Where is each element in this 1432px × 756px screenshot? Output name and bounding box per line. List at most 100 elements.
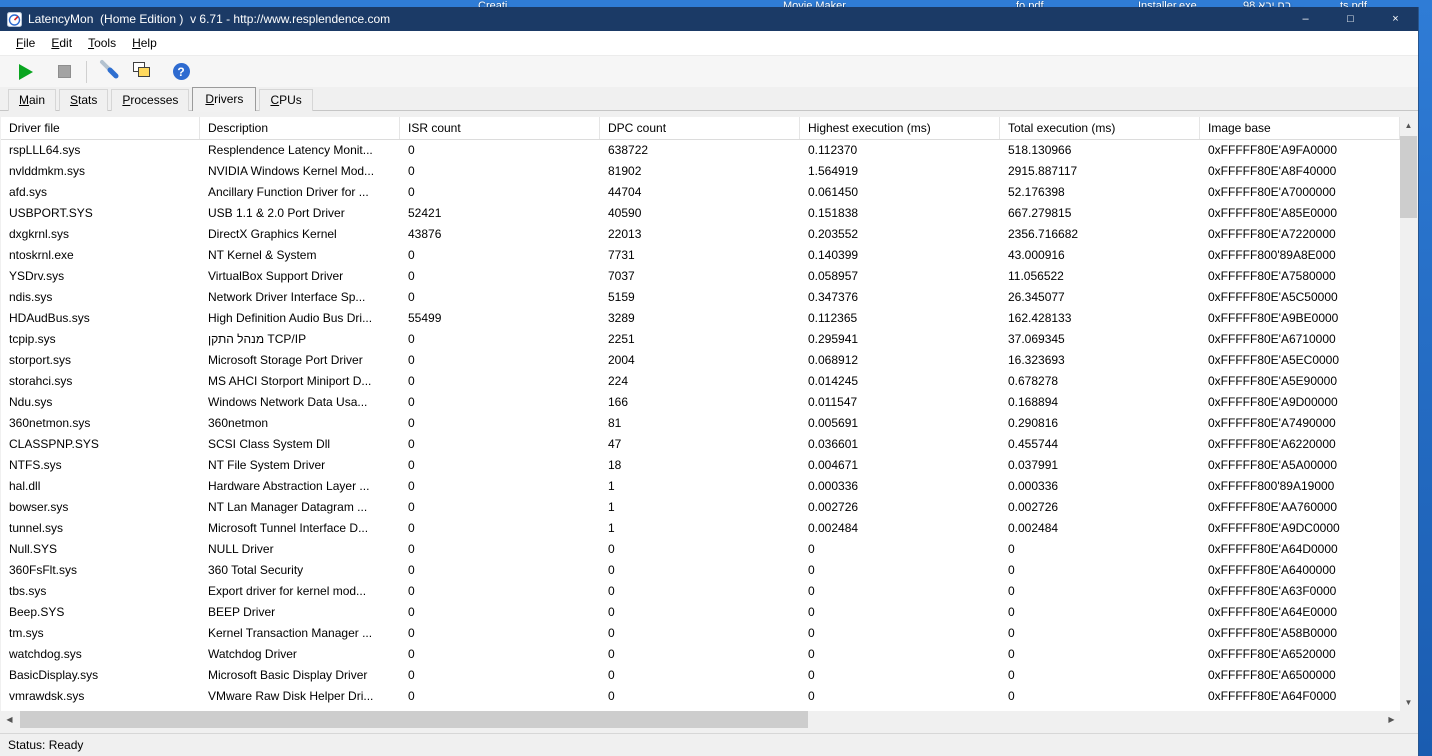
table-cell: NT Lan Manager Datagram ... (208, 500, 368, 514)
play-icon (19, 63, 33, 80)
table-cell: 0 (408, 374, 415, 388)
vertical-scrollbar[interactable]: ▲ ▼ (1400, 117, 1417, 711)
table-row[interactable]: CLASSPNP.SYS SCSI Class System Dll 0 47 0.03… (1, 434, 1400, 455)
stop-button[interactable] (52, 60, 76, 84)
copy-report-button[interactable] (129, 60, 153, 84)
table-row[interactable]: tunnel.sys Microsoft Tunnel Interface D..… (1, 518, 1400, 539)
table-row[interactable]: rspLLL64.sys Resplendence Latency Monit..… (1, 140, 1400, 161)
table-cell: 0.061450 (808, 185, 859, 199)
copy-icon (131, 59, 151, 84)
table-cell: 0.002484 (1008, 521, 1059, 535)
table-row[interactable]: tbs.sys Export driver for kernel mod... 0 0… (1, 581, 1400, 602)
table-cell: 0xFFFFF80E'A64D0000 (1208, 542, 1338, 556)
table-row[interactable]: 360netmon.sys 360netmon 0 81 0.005691 0.29081… (1, 413, 1400, 434)
minimize-button[interactable]: – (1283, 7, 1328, 31)
table-cell: 1.564919 (808, 164, 859, 178)
table-row[interactable]: YSDrv.sys VirtualBox Support Driver 0 7037 0… (1, 266, 1400, 287)
tab-cpus[interactable]: CPUs (259, 89, 313, 111)
table-row[interactable]: bowser.sys NT Lan Manager Datagram ... 0 1 0… (1, 497, 1400, 518)
scroll-down-arrow-icon[interactable]: ▼ (1400, 694, 1417, 711)
table-row[interactable]: ntoskrnl.exe NT Kernel & System 0 7731 0.140… (1, 245, 1400, 266)
column-header[interactable]: Highest execution (ms) (800, 117, 1000, 139)
table-cell: 0 (408, 542, 415, 556)
table-row[interactable]: BasicDisplay.sys Microsoft Basic Display … (1, 665, 1400, 686)
table-cell: 0xFFFFF80E'A6520000 (1208, 647, 1336, 661)
table-cell: 166 (608, 395, 629, 409)
menu-file[interactable]: File (8, 32, 43, 54)
table-cell: 0xFFFFF800'89A19000 (1208, 479, 1335, 493)
table-cell: 0 (1008, 668, 1015, 682)
table-row[interactable]: hal.dll Hardware Abstraction Layer ... 0 1 0… (1, 476, 1400, 497)
column-header[interactable]: DPC count (600, 117, 800, 139)
table-cell: 0 (408, 332, 415, 346)
scroll-up-arrow-icon[interactable]: ▲ (1400, 117, 1417, 134)
table-cell: 0xFFFFF80E'A9D00000 (1208, 395, 1338, 409)
table-cell: NULL Driver (208, 542, 274, 556)
table-cell: 638722 (608, 143, 649, 157)
table-row[interactable]: HDAudBus.sys High Definition Audio Bus Dr… (1, 308, 1400, 329)
table-row[interactable]: watchdog.sys Watchdog Driver 0 0 0 0 0xFFFFF80… (1, 644, 1400, 665)
maximize-button[interactable]: □ (1328, 7, 1373, 31)
scroll-right-arrow-icon[interactable]: ▶ (1383, 711, 1400, 728)
table-cell: 7037 (608, 269, 635, 283)
table-cell: YSDrv.sys (9, 269, 65, 283)
table-cell: 0xFFFFF80E'A6400000 (1208, 563, 1336, 577)
screen: Creati... Movie Maker fo.pdf Installer.exe ב… (0, 0, 1432, 756)
column-header[interactable]: ISR count (400, 117, 600, 139)
table-cell: 0xFFFFF80E'A5E90000 (1208, 374, 1338, 388)
table-cell: 0.014245 (808, 374, 859, 388)
tab-drivers[interactable]: Drivers (192, 87, 257, 111)
table-cell: tm.sys (9, 626, 44, 640)
table-cell: 0 (408, 689, 415, 703)
table-row[interactable]: afd.sys Ancillary Function Driver for ...… (1, 182, 1400, 203)
table-cell: 0.112370 (808, 143, 858, 157)
table-row[interactable]: Null.SYS NULL Driver 0 0 0 0 0xFFFFF80E'A64D00… (1, 539, 1400, 560)
scroll-left-arrow-icon[interactable]: ◀ (1, 711, 18, 728)
table-cell: 0 (408, 185, 415, 199)
table-row[interactable]: tcpip.sys מנהל התקן TCP/IP 0 2251 0.295941 37… (1, 329, 1400, 350)
table-cell: 0 (608, 542, 615, 556)
tab-processes[interactable]: Processes (111, 89, 190, 111)
table-row[interactable]: tm.sys Kernel Transaction Manager ... 0 0 0 0… (1, 623, 1400, 644)
table-cell: 0 (808, 647, 815, 661)
table-cell: MS AHCI Storport Miniport D... (208, 374, 372, 388)
table-row[interactable]: USBPORT.SYS USB 1.1 & 2.0 Port Driver 5242… (1, 203, 1400, 224)
table-cell: USB 1.1 & 2.0 Port Driver (208, 206, 345, 220)
table-row[interactable]: Ndu.sys Windows Network Data Usa... 0 166 0.… (1, 392, 1400, 413)
table-cell: 3289 (608, 311, 635, 325)
table-row[interactable]: NTFS.sys NT File System Driver 0 18 0.004671… (1, 455, 1400, 476)
column-header[interactable]: Description (200, 117, 400, 139)
play-button[interactable] (14, 60, 38, 84)
menu-tools[interactable]: Tools (80, 32, 124, 54)
table-row[interactable]: nvlddmkm.sys NVIDIA Windows Kernel Mod...… (1, 161, 1400, 182)
help-button[interactable]: ? (169, 60, 193, 84)
tab-page-drivers: Driver file Description ISR count DPC count… (0, 111, 1418, 733)
vertical-scroll-thumb[interactable] (1400, 136, 1417, 218)
horizontal-scrollbar[interactable]: ◀ ▶ (1, 711, 1400, 728)
close-button[interactable]: × (1373, 7, 1418, 31)
table-row[interactable]: vmrawdsk.sys VMware Raw Disk Helper Dri..… (1, 686, 1400, 707)
table-cell: 0 (408, 647, 415, 661)
table-row[interactable]: dxgkrnl.sys DirectX Graphics Kernel 43876 2… (1, 224, 1400, 245)
tab-main[interactable]: Main (8, 89, 57, 111)
tab-stats[interactable]: Stats (59, 89, 109, 111)
table-cell: 0.004671 (808, 458, 859, 472)
table-header: Driver file Description ISR count DPC count… (1, 117, 1400, 140)
column-header[interactable]: Driver file (1, 117, 200, 139)
desktop-icon-label: ts.pdf (1340, 0, 1367, 7)
options-button[interactable] (97, 60, 121, 84)
table-row[interactable]: ndis.sys Network Driver Interface Sp... 0 5… (1, 287, 1400, 308)
menu-help[interactable]: Help (124, 32, 165, 54)
menu-edit[interactable]: Edit (43, 32, 80, 54)
column-header[interactable]: Image base (1200, 117, 1400, 139)
table-cell: Export driver for kernel mod... (208, 584, 367, 598)
table-cell: 0xFFFFF80E'A63F0000 (1208, 584, 1337, 598)
table-row[interactable]: storahci.sys MS AHCI Storport Miniport D.… (1, 371, 1400, 392)
table-row[interactable]: storport.sys Microsoft Storage Port Drive… (1, 350, 1400, 371)
column-header[interactable]: Total execution (ms) (1000, 117, 1200, 139)
horizontal-scroll-thumb[interactable] (20, 711, 808, 728)
table-cell: 2251 (608, 332, 635, 346)
table-row[interactable]: 360FsFlt.sys 360 Total Security 0 0 0 0 0xFFFF… (1, 560, 1400, 581)
table-row[interactable]: Beep.SYS BEEP Driver 0 0 0 0 0xFFFFF80E'A64E00… (1, 602, 1400, 623)
desktop-icon-label: fo.pdf (1016, 0, 1044, 7)
